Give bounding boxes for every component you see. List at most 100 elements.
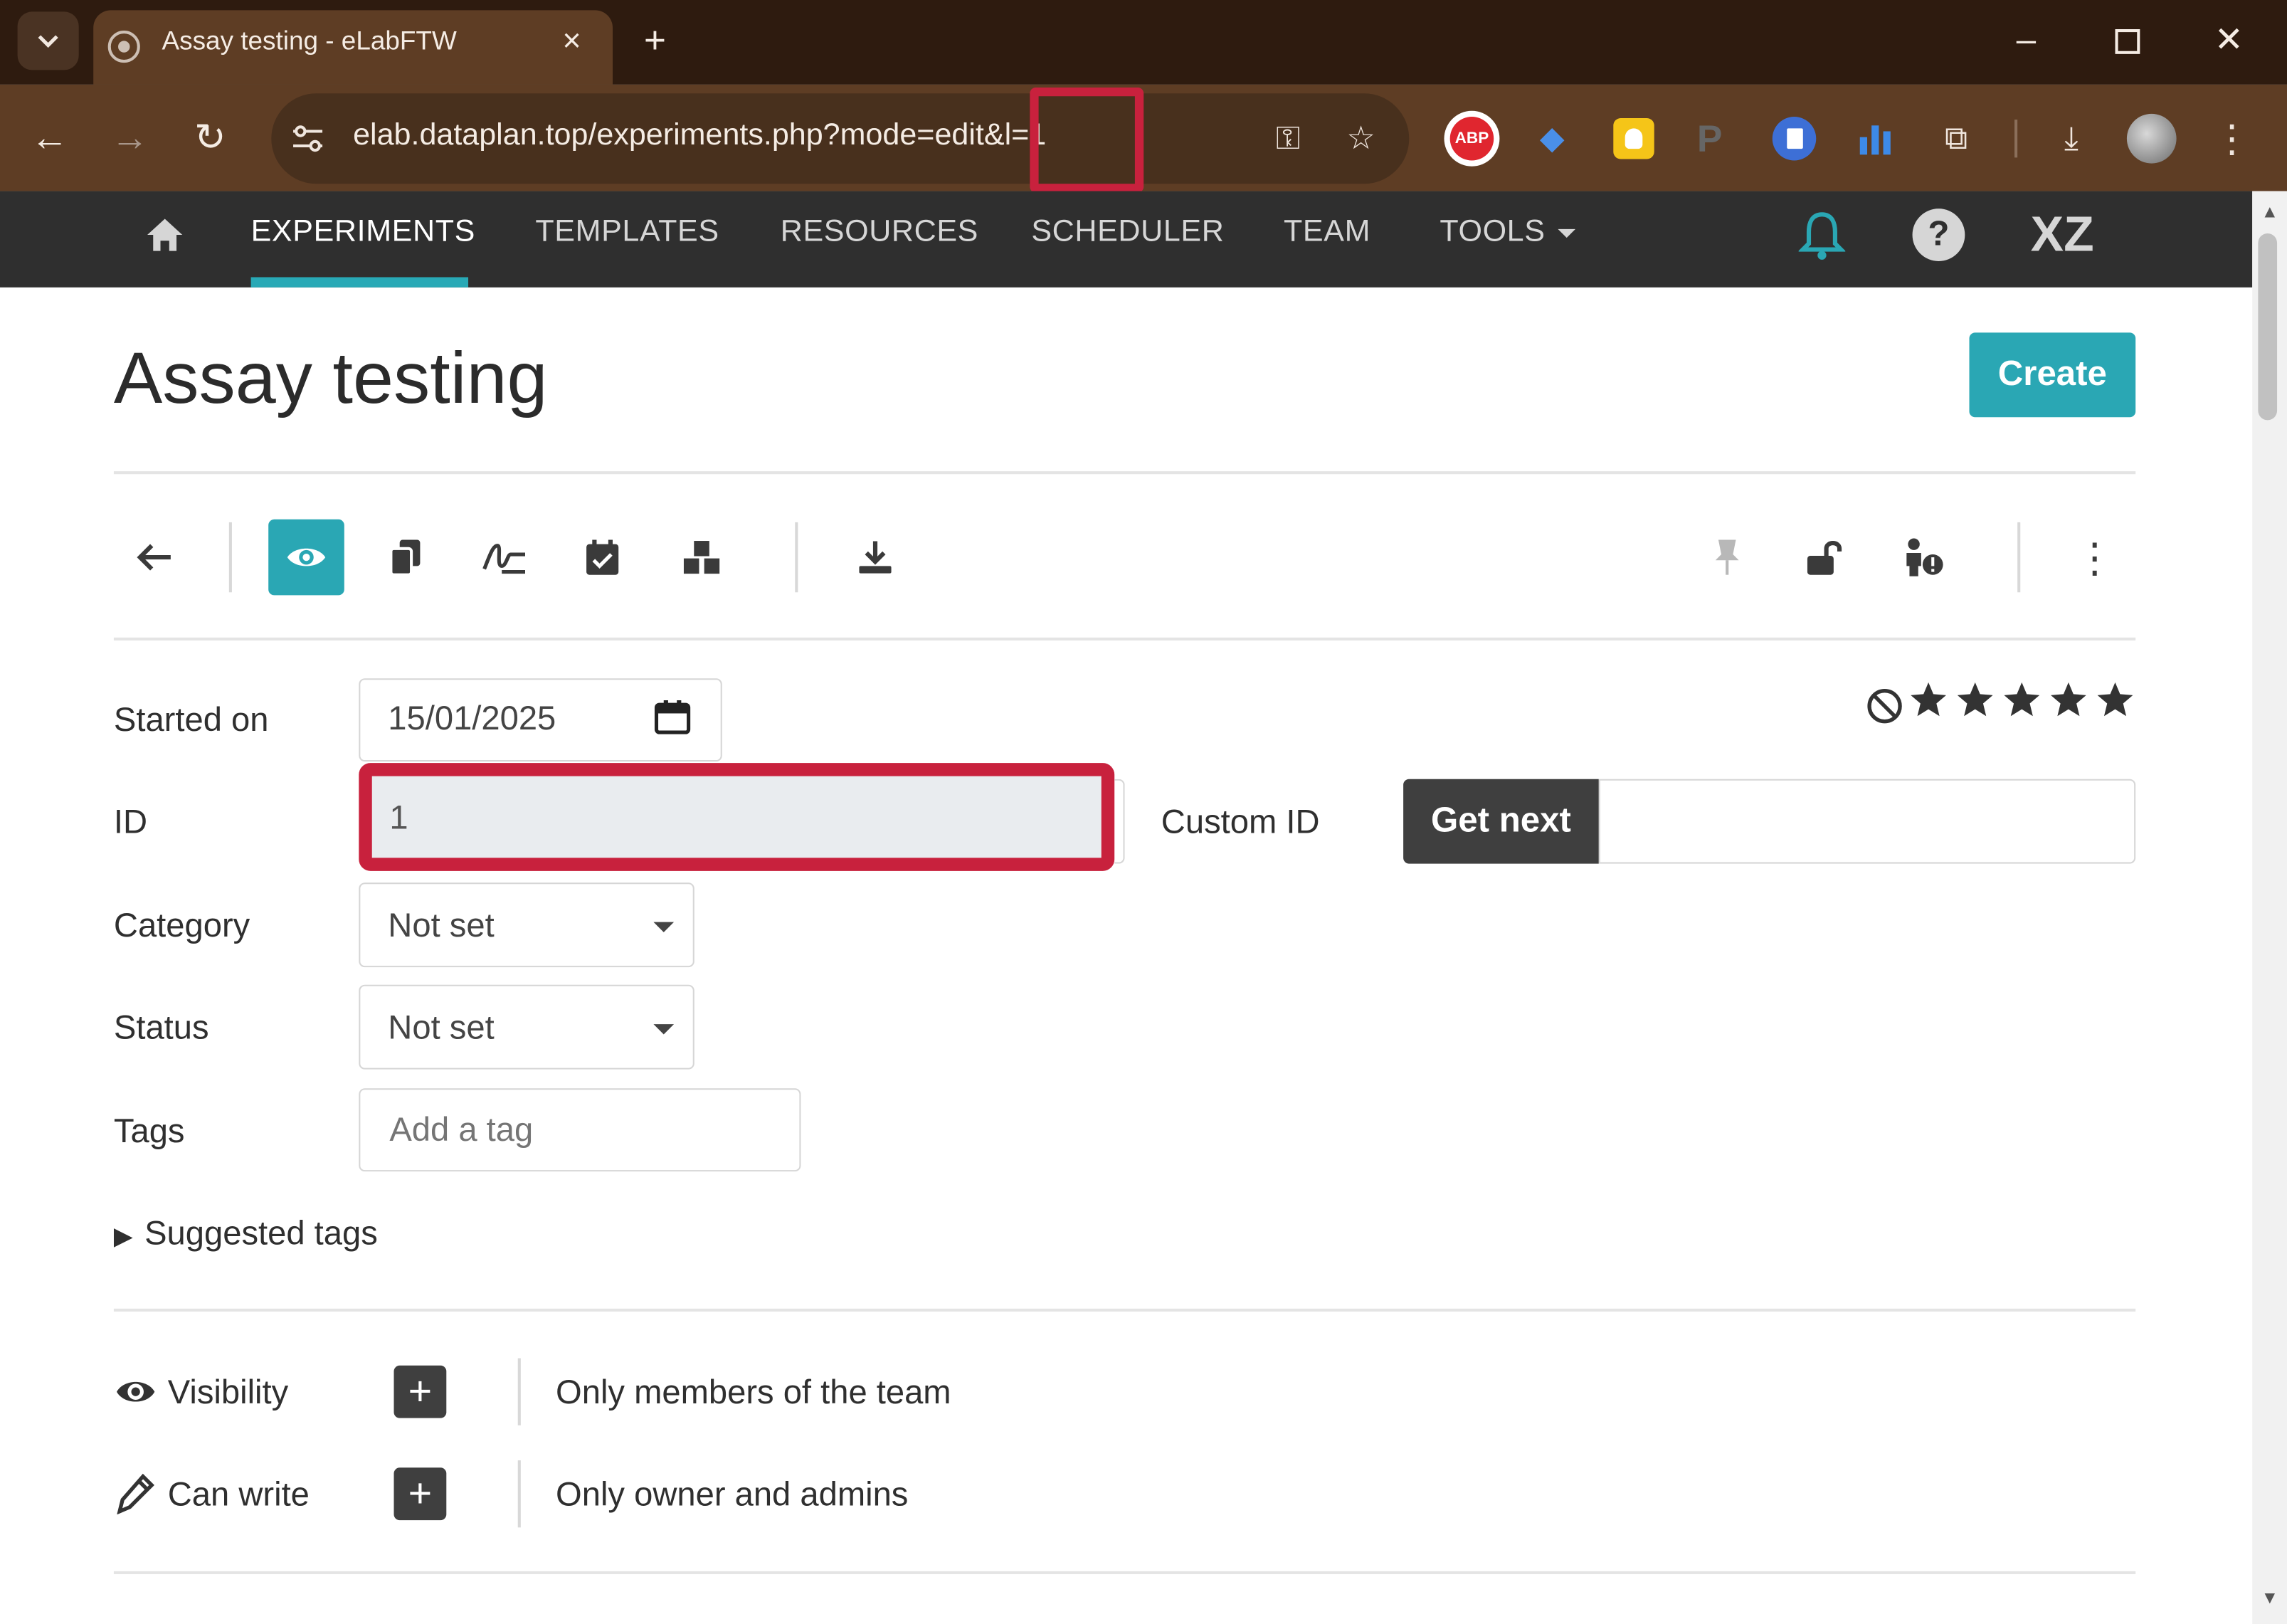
permission-separator <box>517 1460 521 1528</box>
p-icon[interactable]: P <box>1685 114 1735 164</box>
url-text: elab.dataplan.top/experiments.php?mode=e… <box>353 118 1047 152</box>
section-divider <box>113 1571 2136 1574</box>
visibility-value: Only members of the team <box>556 1373 951 1411</box>
rating-star-icon[interactable] <box>2048 680 2088 720</box>
nav-experiments[interactable]: EXPERIMENTS <box>251 214 475 249</box>
chart-icon[interactable] <box>1854 117 1898 161</box>
calendar-check-icon[interactable] <box>564 520 640 596</box>
custom-id-field[interactable] <box>1598 779 2136 864</box>
nav-templates[interactable]: TEMPLATES <box>535 214 719 249</box>
create-button[interactable]: Create <box>1969 332 2136 418</box>
tags-input[interactable] <box>359 1088 801 1172</box>
started-on-label: Started on <box>113 700 269 739</box>
minimize-icon[interactable]: – <box>1990 11 2063 70</box>
id-field-edge <box>1114 779 1125 864</box>
active-nav-indicator <box>250 277 469 288</box>
user-initials[interactable]: XZ <box>2031 207 2094 264</box>
nav-resources[interactable]: RESOURCES <box>781 214 978 249</box>
browser-menu-icon[interactable]: ⋮ <box>2207 114 2257 164</box>
rating-star-icon[interactable] <box>1955 680 1995 720</box>
signature-icon[interactable] <box>467 520 543 596</box>
home-icon[interactable] <box>144 214 185 255</box>
visibility-label: Visibility <box>167 1373 289 1411</box>
chevron-down-icon <box>653 1024 675 1035</box>
unlock-icon[interactable] <box>1787 520 1863 596</box>
section-divider <box>113 1308 2136 1312</box>
bookmark-star-icon[interactable]: ☆ <box>1336 114 1386 164</box>
tools-dropdown-caret-icon <box>1558 228 1575 238</box>
rating-star-icon[interactable] <box>1908 680 1948 720</box>
title-divider <box>113 471 2136 475</box>
nav-team[interactable]: TEAM <box>1284 214 1370 249</box>
category-value: Not set <box>388 906 495 944</box>
nav-tools[interactable]: TOOLS <box>1440 214 1545 249</box>
category-select[interactable]: Not set <box>359 882 694 968</box>
tab-title: Assay testing - eLabFTW <box>162 26 457 56</box>
rating-star-icon[interactable] <box>2002 680 2042 720</box>
category-label: Category <box>113 906 250 944</box>
tab-list-chevron-icon[interactable] <box>17 11 79 70</box>
elabftw-favicon-icon <box>107 31 140 63</box>
notification-bell-icon[interactable] <box>1797 209 1847 261</box>
id-label: ID <box>113 802 148 840</box>
can-write-add-button[interactable]: + <box>394 1467 447 1521</box>
visibility-add-button[interactable]: + <box>394 1365 447 1418</box>
permission-separator <box>517 1358 521 1425</box>
tags-label: Tags <box>113 1112 185 1150</box>
window-close-icon[interactable]: ✕ <box>2192 11 2266 70</box>
download-icon[interactable] <box>838 520 914 596</box>
chevron-down-icon <box>653 922 675 932</box>
abp-icon[interactable]: ABP <box>1444 110 1500 167</box>
browser-tab[interactable]: Assay testing - eLabFTW × <box>93 10 613 85</box>
download-icon[interactable]: ⤓ <box>2046 114 2096 164</box>
status-value: Not set <box>388 1008 495 1046</box>
scroll-down-arrow-icon[interactable]: ▼ <box>2254 1587 2286 1608</box>
tab-close-icon[interactable]: × <box>554 23 589 58</box>
status-label: Status <box>113 1008 209 1046</box>
get-next-button[interactable]: Get next <box>1403 779 1599 864</box>
eye-icon <box>114 1374 158 1409</box>
calendar-icon[interactable] <box>653 697 691 735</box>
help-icon[interactable]: ? <box>1912 209 1965 261</box>
status-select[interactable]: Not set <box>359 984 694 1070</box>
bulb-icon[interactable] <box>1613 118 1654 159</box>
id-field[interactable] <box>359 763 1115 871</box>
cubes-icon[interactable] <box>664 520 740 596</box>
toolbar-divider <box>113 637 2136 640</box>
duplicate-icon[interactable] <box>368 520 444 596</box>
forward-arrow-icon[interactable]: → <box>104 111 157 164</box>
toolbar-separator <box>795 522 798 593</box>
pin-icon[interactable] <box>1689 520 1765 596</box>
custom-id-label: Custom ID <box>1161 802 1320 840</box>
toolbar-separator <box>2017 522 2021 593</box>
toolbar-separator <box>228 522 232 593</box>
rating-star-icon[interactable] <box>2095 680 2135 720</box>
more-options-icon[interactable]: ⋮ <box>2057 520 2133 596</box>
can-write-label: Can write <box>167 1475 310 1513</box>
page-title: Assay testing <box>113 337 548 419</box>
site-info-icon[interactable] <box>286 117 330 161</box>
view-eye-icon[interactable] <box>268 519 344 596</box>
password-key-icon[interactable]: ⚿ <box>1263 114 1313 164</box>
toolbar-divider <box>2014 120 2018 158</box>
pencil-icon <box>117 1473 154 1515</box>
scroll-thumb[interactable] <box>2258 233 2278 421</box>
profile-avatar[interactable] <box>2126 113 2177 164</box>
rating-clear-icon[interactable] <box>1866 687 1903 725</box>
maximize-icon[interactable] <box>2091 11 2164 70</box>
new-tab-plus-icon[interactable]: + <box>632 18 679 65</box>
suggested-tags-label: Suggested tags <box>144 1213 378 1252</box>
suggested-tags-toggle[interactable]: ▶ Suggested tags <box>114 1214 378 1253</box>
back-arrow-icon[interactable]: ← <box>23 111 76 164</box>
graduation-cap-icon[interactable]: ◆ <box>1527 114 1577 164</box>
scroll-up-arrow-icon[interactable]: ▲ <box>2254 201 2286 222</box>
reload-icon[interactable]: ↻ <box>184 111 236 164</box>
puzzle-icon[interactable]: ⧉ <box>1931 114 1981 164</box>
back-arrow-icon[interactable] <box>117 520 193 596</box>
nav-scheduler[interactable]: SCHEDULER <box>1031 214 1224 249</box>
user-info-icon[interactable] <box>1885 520 1961 596</box>
triangle-right-icon: ▶ <box>113 1222 133 1250</box>
doc-icon[interactable] <box>1772 117 1817 161</box>
url-highlight-box <box>1030 88 1144 193</box>
can-write-value: Only owner and admins <box>556 1475 909 1513</box>
